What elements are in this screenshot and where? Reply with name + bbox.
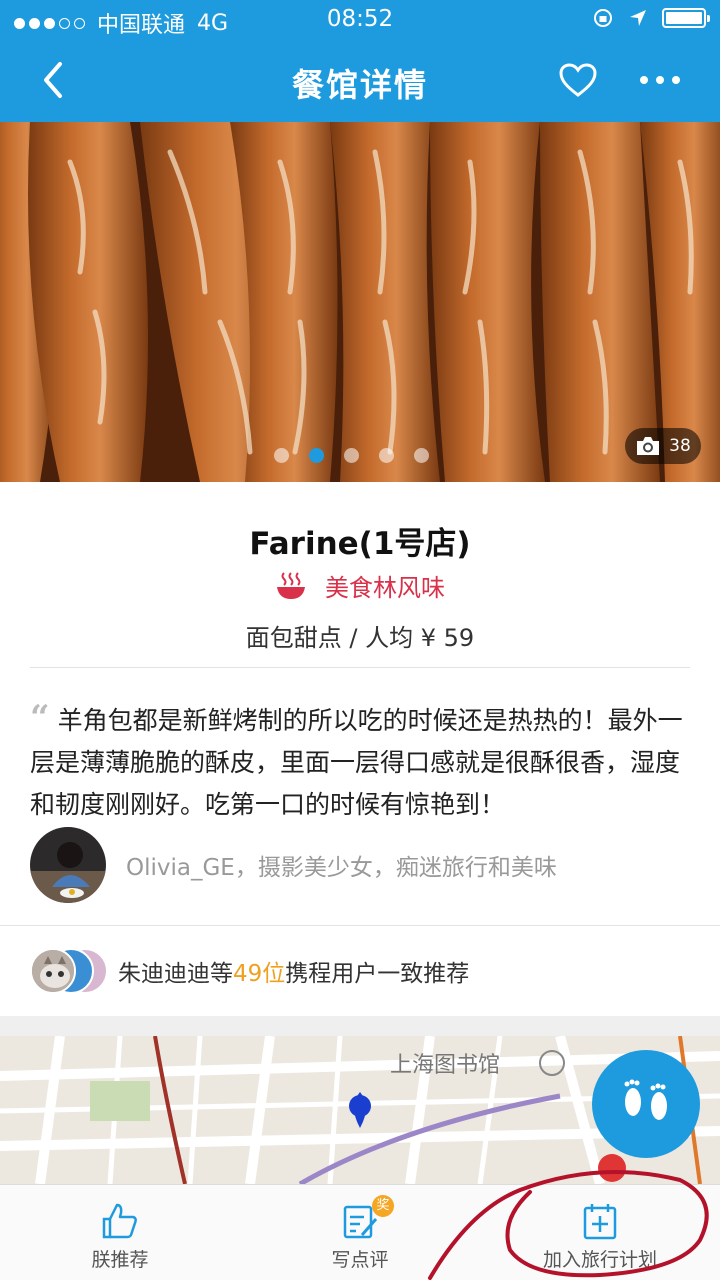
walk-route-button[interactable] — [592, 1050, 700, 1158]
avatar[interactable] — [30, 827, 106, 903]
camera-icon — [637, 437, 660, 455]
page-title: 餐馆详情 — [291, 66, 428, 104]
author-description: Olivia_GE，摄影美少女，痴迷旅行和美味 — [126, 855, 557, 881]
pager-dot — [379, 448, 394, 463]
orientation-lock-icon — [594, 9, 612, 27]
section-gap — [0, 1016, 720, 1036]
avatar — [30, 948, 76, 994]
steaming-bowl-icon — [277, 571, 305, 599]
tab-label: 写点评 — [331, 1249, 389, 1271]
recommend-prefix: 朱迪迪迪等 — [118, 961, 233, 987]
recommender-avatars — [30, 946, 110, 996]
recommend-count: 49位 — [233, 961, 286, 987]
gourmet-badge[interactable]: 美食林风味 — [0, 568, 720, 603]
reward-badge: 奖 — [372, 1195, 394, 1217]
photo-count: 38 — [669, 436, 691, 456]
nav-bar: 餐馆详情 — [0, 40, 720, 122]
recommend-row[interactable]: 朱迪迪迪等49位携程用户一致推荐 — [30, 942, 469, 1000]
screen: 中国联通 4G 08:52 餐馆详情 38 Farine(1号店) 美食林风味 … — [0, 0, 720, 1280]
pager-dot-active — [309, 448, 324, 463]
battery-icon — [662, 8, 710, 28]
restaurant-name: Farine(1号店) — [249, 526, 471, 562]
footprints-icon — [624, 1079, 667, 1120]
header: 中国联通 4G 08:52 餐馆详情 — [0, 0, 720, 122]
pager-dot — [414, 448, 429, 463]
tab-recommend[interactable]: 朕推荐 — [0, 1185, 240, 1280]
bottom-tabbar: 朕推荐 奖 写点评 加入旅行计划 — [0, 1184, 720, 1280]
gourmet-badge-label: 美食林风味 — [325, 574, 445, 602]
tab-label: 朕推荐 — [91, 1249, 149, 1271]
favorite-heart-icon[interactable] — [558, 62, 598, 98]
category-price: 面包甜点 / 人均 ¥ 59 — [245, 624, 475, 652]
calendar-add-icon — [583, 1204, 617, 1240]
quote-icon: “ — [30, 698, 50, 738]
gallery-pager — [274, 448, 429, 463]
tab-label: 加入旅行计划 — [542, 1249, 657, 1271]
divider — [0, 925, 720, 926]
pager-dot — [344, 448, 359, 463]
location-icon — [630, 10, 646, 26]
review-card[interactable]: “羊角包都是新鲜烤制的所以吃的时候还是热热的！最外一层是薄薄脆脆的酥皮，里面一层… — [30, 697, 690, 826]
restaurant-info: Farine(1号店) 美食林风味 面包甜点 / 人均 ¥ 59 — [0, 482, 720, 668]
review-author[interactable]: Olivia_GE，摄影美少女，痴迷旅行和美味 — [30, 826, 690, 904]
divider — [30, 667, 690, 668]
map-label: 上海图书馆 — [390, 1053, 500, 1078]
more-icon[interactable] — [636, 70, 684, 90]
tab-add-to-trip[interactable]: 加入旅行计划 — [480, 1185, 720, 1280]
recommend-text: 朱迪迪迪等49位携程用户一致推荐 — [118, 954, 469, 988]
restaurant-photo[interactable] — [0, 122, 720, 482]
photo-count-badge[interactable]: 38 — [625, 428, 701, 464]
pager-dot — [274, 448, 289, 463]
status-bar: 中国联通 4G 08:52 — [0, 0, 720, 40]
thumbs-up-icon — [102, 1203, 137, 1239]
recommend-suffix: 携程用户一致推荐 — [285, 961, 470, 987]
review-text: 羊角包都是新鲜烤制的所以吃的时候还是热热的！最外一层是薄薄脆脆的酥皮，里面一层得… — [30, 706, 683, 819]
tab-write-review[interactable]: 奖 写点评 — [240, 1185, 480, 1280]
